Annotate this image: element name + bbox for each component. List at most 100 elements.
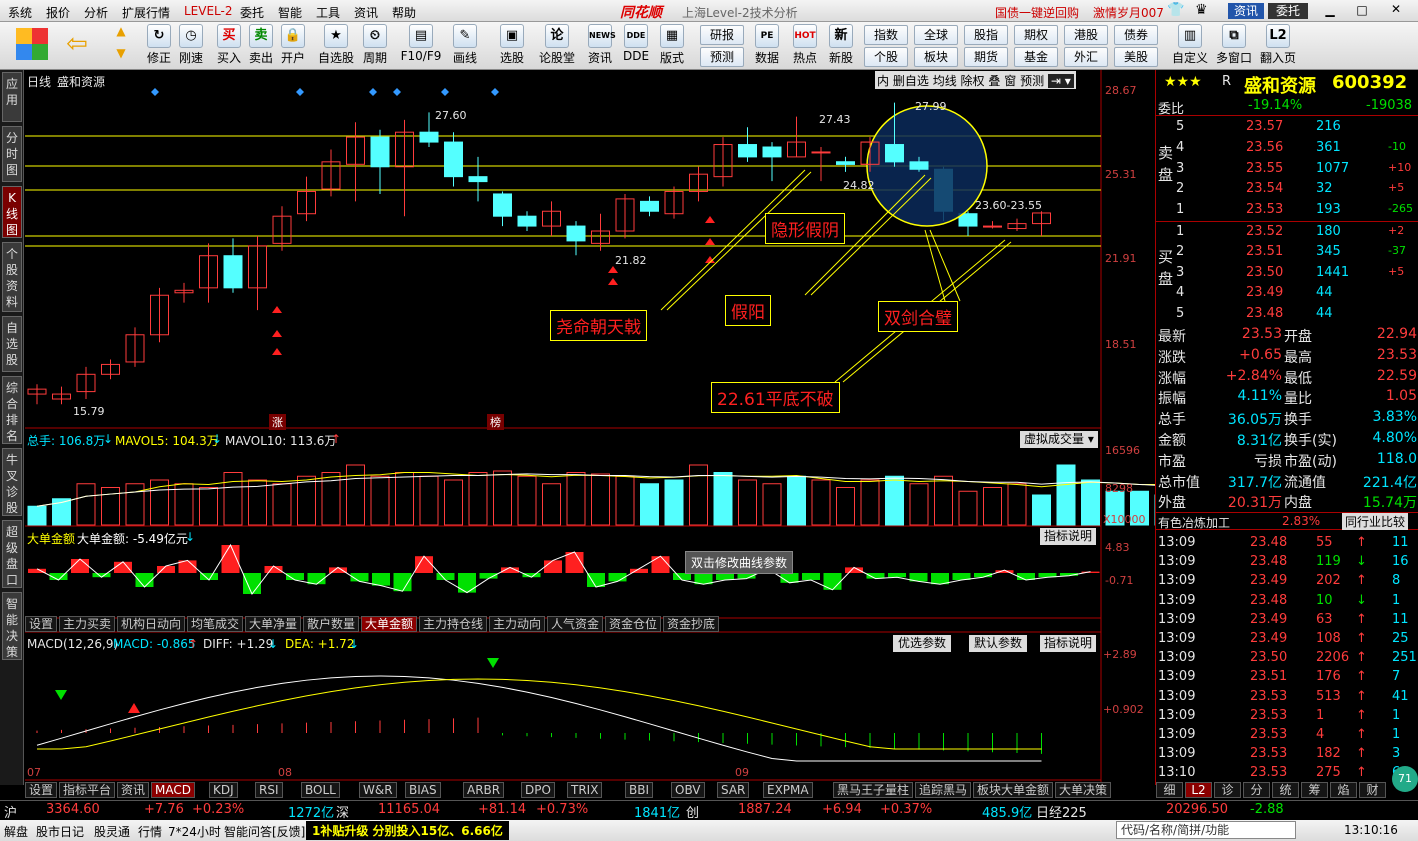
skin-icon[interactable]: ♛ (1195, 2, 1208, 18)
options-button[interactable]: 期权 (1014, 25, 1058, 45)
forecast-button[interactable]: 预测 (700, 47, 744, 67)
side-tab-watchlist[interactable]: 自选股 (2, 316, 22, 372)
bottom-link-247[interactable]: 7*24小时 (168, 823, 221, 840)
period-button[interactable]: ⏲ 周期 (360, 24, 390, 68)
windows-grid-icon[interactable] (16, 28, 48, 60)
hotspot-button[interactable]: HOT 热点 (790, 24, 820, 68)
sell-row[interactable]: 5 23.57 216 (1156, 117, 1418, 137)
research-button[interactable]: 研报 (700, 25, 744, 45)
capital-tab-4[interactable]: 大单净量 (245, 616, 302, 632)
sell-row[interactable]: 3 23.55 1077 +10 (1156, 159, 1418, 179)
buy-row[interactable]: 3 23.50 1441 +5 (1156, 263, 1418, 283)
capital-tab-7[interactable]: 主力持仓线 (419, 616, 488, 632)
tech-tab-4[interactable]: KDJ (209, 782, 238, 798)
data-button[interactable]: PE 数据 (752, 24, 782, 68)
tech-tab-9[interactable]: ARBR (463, 782, 505, 798)
side-tab-kline[interactable]: K线图 (2, 186, 22, 238)
capital-tab-0[interactable]: 设置 (25, 616, 58, 632)
capital-tab-9[interactable]: 人气资金 (547, 616, 604, 632)
capital-tab-6[interactable]: 大单金额 (361, 616, 418, 632)
tech-tab-12[interactable]: BBI (625, 782, 654, 798)
news-button[interactable]: NEWS 资讯 (585, 24, 616, 68)
watchlist-button[interactable]: ★ 自选股 (316, 24, 356, 68)
down-arrow-icon[interactable]: ▼ (108, 46, 134, 66)
kline-btn-ma[interactable]: 均线 (933, 74, 957, 88)
quote-tab-2[interactable]: 诊 (1214, 782, 1241, 798)
kline-btn-exright[interactable]: 除权 (961, 74, 985, 88)
promo-repo-link[interactable]: 国债一键逆回购 (995, 4, 1079, 21)
menu-smart[interactable]: 智能 (278, 4, 302, 21)
stock-picker-button[interactable]: ▣ 选股 (497, 24, 527, 68)
code-search-input[interactable]: 代码/名称/简拼/功能 (1116, 821, 1296, 839)
kline-btn-forecast[interactable]: 预测 (1020, 74, 1044, 88)
nikkei-value[interactable]: 20296.50 (1166, 802, 1228, 817)
bigorder-help-button[interactable]: 指标说明 (1040, 528, 1097, 545)
bottom-link-guling[interactable]: 股灵通 (94, 823, 130, 840)
tech-tab-5[interactable]: RSI (255, 782, 283, 798)
tech-tab-18[interactable]: 板块大单金额 (973, 782, 1054, 798)
quote-tab-5[interactable]: 筹 (1301, 782, 1328, 798)
dde-button[interactable]: DDE DDE (621, 24, 651, 68)
buy-row[interactable]: 5 23.48 44 (1156, 304, 1418, 324)
kline-collapse-icon[interactable]: ⇥ ▾ (1047, 74, 1074, 88)
bottom-link-market[interactable]: 行情 (138, 823, 162, 840)
page-turn-button[interactable]: L2 翻入页 (1258, 24, 1298, 68)
hk-stock-button[interactable]: 港股 (1064, 25, 1108, 45)
chart-canvas[interactable] (25, 70, 1155, 785)
tech-tab-6[interactable]: BOLL (301, 782, 340, 798)
capital-tab-1[interactable]: 主力买卖 (59, 616, 116, 632)
capital-tab-2[interactable]: 机构日动向 (117, 616, 186, 632)
close-icon[interactable]: ✕ (1386, 2, 1406, 18)
capital-tab-3[interactable]: 均笔成交 (187, 616, 244, 632)
custom-button[interactable]: ▥ 自定义 (1170, 24, 1210, 68)
layout-button[interactable]: ▦ 版式 (657, 24, 687, 68)
tech-tab-14[interactable]: SAR (717, 782, 750, 798)
buy-row[interactable]: 1 23.52 180 +2 (1156, 221, 1418, 241)
side-tab-apps[interactable]: 应用 (2, 72, 22, 122)
menu-level2[interactable]: LEVEL-2 (184, 4, 233, 18)
side-tab-diagnosis[interactable]: 牛叉诊股 (2, 448, 22, 516)
draw-line-button[interactable]: ✎ 画线 (450, 24, 480, 68)
bond-button[interactable]: 债券 (1114, 25, 1158, 45)
tech-tab-3[interactable]: MACD (151, 782, 195, 798)
tech-tab-13[interactable]: OBV (671, 782, 705, 798)
side-tab-intraday[interactable]: 分时图 (2, 126, 22, 182)
side-tab-smart-decision[interactable]: 智能决策 (2, 592, 22, 660)
quote-tab-0[interactable]: 细 (1156, 782, 1183, 798)
kline-btn-inner[interactable]: 内 (877, 74, 889, 88)
bottom-link-qa[interactable]: 智能问答[反馈] (224, 823, 305, 840)
buy-row[interactable]: 2 23.51 345 -37 (1156, 242, 1418, 262)
sell-row[interactable]: 2 23.54 32 +5 (1156, 179, 1418, 199)
sell-button[interactable]: 卖卖出 (246, 24, 276, 68)
sz-value[interactable]: 11165.04 (378, 802, 440, 817)
back-arrow-icon[interactable]: ⇦ (62, 30, 92, 60)
default-params-button[interactable]: 默认参数 (969, 635, 1028, 652)
cy-value[interactable]: 1887.24 (738, 802, 792, 817)
capital-tab-8[interactable]: 主力动向 (489, 616, 546, 632)
capital-tab-10[interactable]: 资金仓位 (605, 616, 662, 632)
tech-tab-11[interactable]: TRIX (567, 782, 603, 798)
tech-tab-17[interactable]: 追踪黑马 (915, 782, 972, 798)
menu-help[interactable]: 帮助 (392, 4, 416, 21)
kline-btn-overlay[interactable]: 叠 (988, 74, 1000, 88)
quote-tab-4[interactable]: 统 (1272, 782, 1299, 798)
kline-btn-window[interactable]: 窗 (1004, 74, 1016, 88)
menu-tools[interactable]: 工具 (316, 4, 340, 21)
side-tab-super-book[interactable]: 超级盘口 (2, 520, 22, 588)
capital-tab-5[interactable]: 散户数量 (303, 616, 360, 632)
info-button[interactable]: 资讯 (1228, 3, 1264, 19)
index-button[interactable]: 指数 (864, 25, 908, 45)
tech-tab-0[interactable]: 设置 (25, 782, 58, 798)
buy-row[interactable]: 4 23.49 44 (1156, 283, 1418, 303)
bottom-link-analysis[interactable]: 解盘 (4, 823, 28, 840)
quote-tab-3[interactable]: 分 (1243, 782, 1270, 798)
news-ticker[interactable]: 1补贴升级 分别投入15亿、6.66亿 (306, 821, 509, 840)
menu-quote[interactable]: 报价 (46, 4, 70, 21)
speed-test-button[interactable]: ◷ 刚速 (176, 24, 206, 68)
tech-tab-2[interactable]: 资讯 (117, 782, 150, 798)
up-arrow-icon[interactable]: ▲ (108, 24, 134, 44)
sh-value[interactable]: 3364.60 (46, 802, 100, 817)
virtual-volume-button[interactable]: 虚拟成交量 ▾ (1020, 431, 1098, 448)
global-button[interactable]: 全球 (914, 25, 958, 45)
sector-button[interactable]: 板块 (914, 47, 958, 67)
